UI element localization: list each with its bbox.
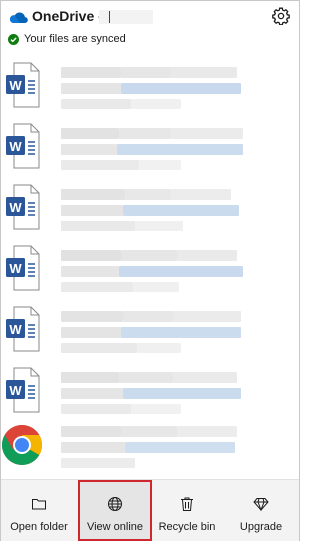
file-item[interactable]: W <box>1 61 299 121</box>
file-item[interactable]: W <box>1 122 299 182</box>
recycle-bin-button[interactable]: Recycle bin <box>150 480 224 541</box>
open-folder-button[interactable]: Open folder <box>2 480 76 541</box>
open-folder-label: Open folder <box>10 521 68 533</box>
file-item[interactable]: W <box>1 366 299 426</box>
file-item[interactable]: W <box>1 183 299 243</box>
header: OneDrive - Your files are synced <box>1 1 299 53</box>
view-online-button[interactable]: View online <box>78 480 152 541</box>
upgrade-label: Upgrade <box>239 521 283 533</box>
file-item[interactable]: W <box>1 305 299 365</box>
account-name-redacted <box>99 10 153 24</box>
upgrade-button[interactable]: Upgrade <box>224 480 298 541</box>
onedrive-flyout: OneDrive - Your files are synced W W W W… <box>0 0 300 541</box>
globe-icon <box>108 497 122 511</box>
svg-text:W: W <box>9 383 22 398</box>
chrome-icon <box>2 425 42 465</box>
recent-files-list: W W W W W W <box>1 61 299 469</box>
onedrive-cloud-icon <box>10 12 28 23</box>
file-item[interactable] <box>1 424 299 469</box>
settings-gear-icon[interactable] <box>272 7 290 25</box>
trash-icon <box>181 497 193 511</box>
folder-icon <box>32 499 46 510</box>
sync-check-icon <box>8 33 19 45</box>
sync-status-text: Your files are synced <box>24 33 126 45</box>
word-document-icon: W <box>6 367 40 413</box>
file-item[interactable]: W <box>1 244 299 304</box>
svg-text:W: W <box>9 139 22 154</box>
svg-text:W: W <box>9 322 22 337</box>
word-document-icon: W <box>6 306 40 352</box>
recycle-bin-label: Recycle bin <box>158 521 216 533</box>
sync-status: Your files are synced <box>8 32 126 46</box>
svg-text:W: W <box>9 261 22 276</box>
word-document-icon: W <box>6 62 40 108</box>
view-online-label: View online <box>86 521 144 533</box>
word-document-icon: W <box>6 245 40 291</box>
word-document-icon: W <box>6 123 40 169</box>
word-document-icon: W <box>6 184 40 230</box>
svg-text:W: W <box>9 200 22 215</box>
diamond-icon <box>253 498 269 512</box>
svg-text:W: W <box>9 78 22 93</box>
bottom-toolbar: Open folder View online Recycle bin Upgr… <box>1 479 299 541</box>
app-title: OneDrive - <box>32 8 103 24</box>
